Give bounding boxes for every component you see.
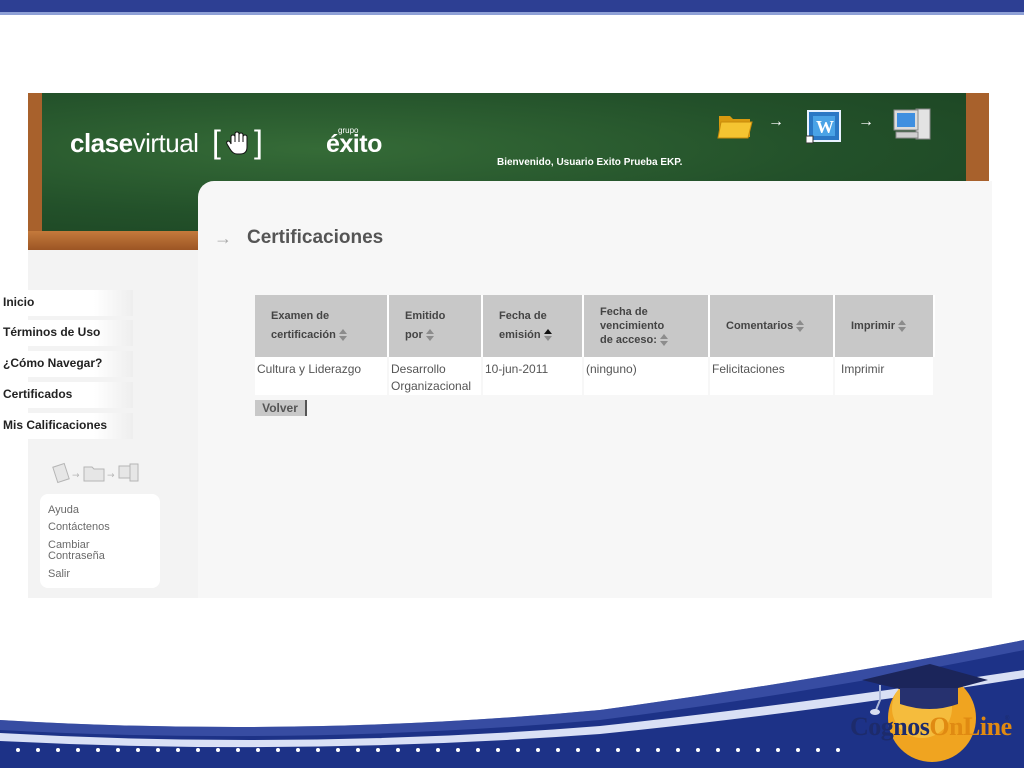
slide-top-bar [0, 0, 1024, 18]
print-link[interactable]: Imprimir [834, 357, 935, 395]
sidebar-item-inicio[interactable]: Inicio [3, 290, 133, 316]
logo-bracket-open: [ [212, 124, 221, 160]
welcome-message: Bienvenido, Usuario Exito Prueba EKP. [497, 157, 683, 168]
mini-flow-icon: → → [52, 460, 142, 488]
svg-text:W: W [816, 117, 834, 137]
column-header-label: Fecha de [600, 306, 648, 318]
help-link[interactable]: Ayuda [48, 504, 79, 516]
sort-icon[interactable] [425, 329, 435, 342]
title-arrow-icon: → [214, 228, 232, 248]
column-header-exam[interactable]: Examen de certificación [255, 295, 389, 357]
sidebar-item-como-navegar[interactable]: ¿Cómo Navegar? [3, 351, 133, 377]
cell-comments: Felicitaciones [709, 357, 835, 395]
sort-icon[interactable] [659, 334, 669, 347]
folder-icon [717, 108, 753, 145]
board-ledge [28, 231, 198, 250]
footer-wave [0, 640, 1024, 768]
svg-text:→: → [72, 471, 80, 481]
flow-arrow-2: → [858, 113, 874, 130]
table-header-row: Examen de certificación Emitido por Fech… [255, 295, 935, 357]
column-header-label: emisión [499, 329, 541, 341]
sort-ascending-icon[interactable] [543, 329, 553, 342]
cell-issuer-line1: Desarrollo [391, 362, 446, 376]
cell-issuer-line2: Organizacional [391, 379, 472, 393]
sort-icon[interactable] [898, 319, 907, 332]
sidebar-item-certificados[interactable]: Certificados [3, 382, 133, 408]
sidebar-item-calificaciones[interactable]: Mis Calificaciones [3, 413, 133, 439]
column-header-label: certificación [271, 329, 336, 341]
cell-issue-date: 10-jun-2011 [482, 357, 584, 395]
brand-part-b: OnLine [929, 712, 1012, 741]
column-header-label: Imprimir [851, 319, 896, 332]
sidebar-item-terminos[interactable]: Términos de Uso [3, 320, 133, 346]
column-header-label: vencimiento [600, 320, 665, 332]
column-header-expiry[interactable]: Fecha de vencimiento de acceso: [583, 295, 710, 357]
column-header-label: Examen de [271, 310, 330, 322]
logo-bracket-close: ] [254, 124, 263, 160]
cognos-online-logo: CognosOnLine [850, 712, 1012, 742]
hand-cursor-icon [225, 130, 253, 156]
column-header-comments[interactable]: Comentarios [709, 295, 835, 357]
column-header-issue-date[interactable]: Fecha de emisión [482, 295, 584, 357]
computer-icon [892, 106, 932, 149]
logout-link[interactable]: Salir [48, 568, 70, 580]
brand-part-a: Cognos [850, 712, 930, 741]
cell-issuer: Desarrollo Organizacional [388, 357, 483, 395]
sort-icon[interactable] [796, 319, 805, 332]
back-button[interactable]: Volver [255, 400, 307, 416]
cell-exam: Cultura y Liderazgo [255, 357, 389, 395]
column-header-print[interactable]: Imprimir [834, 295, 935, 357]
word-document-icon: W [805, 110, 842, 149]
page-title: Certificaciones [247, 227, 384, 248]
sort-icon[interactable] [338, 329, 348, 342]
column-header-issuer[interactable]: Emitido por [388, 295, 483, 357]
clase-virtual-logo: clasevirtual [70, 128, 199, 158]
cell-expiry: (ninguno) [583, 357, 710, 395]
certifications-table: Examen de certificación Emitido por Fech… [255, 295, 935, 395]
flow-arrow-1: → [768, 113, 784, 130]
column-header-label: Fecha de [499, 310, 547, 322]
svg-text:→: → [107, 471, 115, 481]
column-header-label: Emitido [405, 310, 446, 322]
exito-logo: éxito [326, 130, 382, 158]
column-header-label: de acceso: [600, 334, 657, 346]
change-password-link-line2[interactable]: Contraseña [48, 550, 105, 562]
contact-link[interactable]: Contáctenos [48, 521, 110, 533]
trademark-mark: ® [1005, 716, 1010, 722]
table-row: Cultura y Liderazgo Desarrollo Organizac… [255, 357, 935, 395]
column-header-label: por [405, 329, 423, 341]
column-header-label: Comentarios [726, 319, 794, 332]
